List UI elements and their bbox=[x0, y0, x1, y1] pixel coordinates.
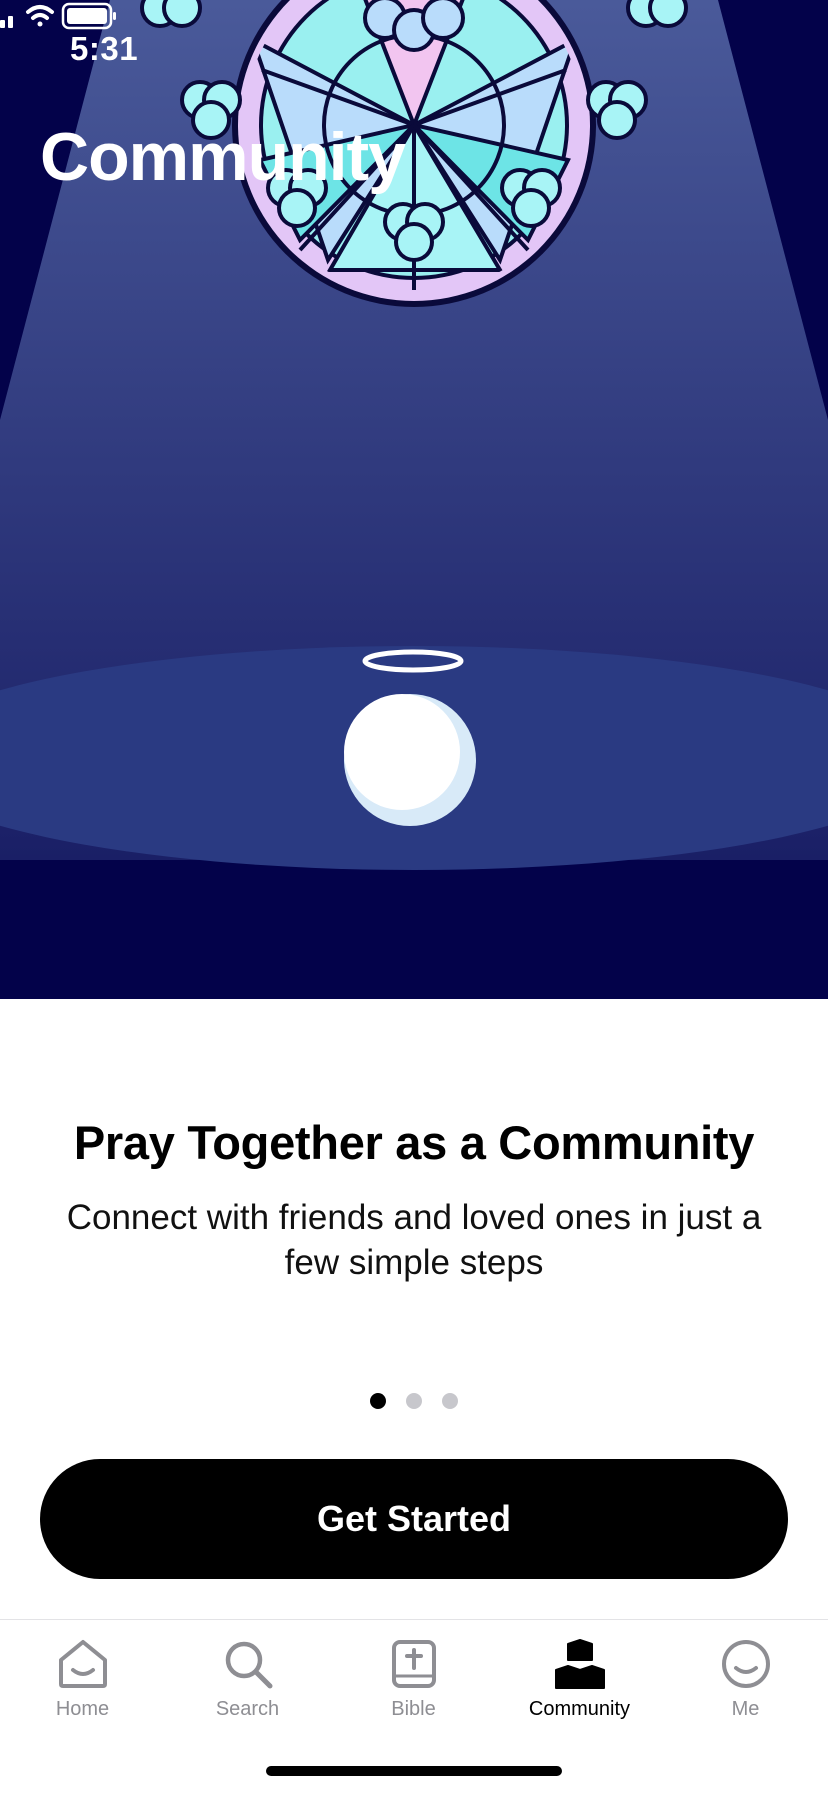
page-title: Community bbox=[40, 119, 406, 195]
battery-icon bbox=[61, 2, 116, 30]
onboarding-subline: Connect with friends and loved ones in j… bbox=[66, 1198, 762, 1282]
page-dot-2[interactable] bbox=[406, 1393, 422, 1409]
tab-bible-label: Bible bbox=[391, 1698, 436, 1720]
home-face-icon bbox=[58, 1640, 107, 1688]
tab-home[interactable]: Home bbox=[0, 1620, 165, 1730]
onboarding-headline: Pray Together as a Community bbox=[73, 1116, 755, 1169]
onboarding-panel: Pray Together as a Community Connect wit… bbox=[0, 999, 828, 1619]
tab-me-label: Me bbox=[731, 1698, 760, 1720]
profile-face-icon bbox=[721, 1640, 770, 1688]
page-dot-1[interactable] bbox=[370, 1393, 386, 1409]
tab-bible[interactable]: Bible bbox=[331, 1620, 496, 1730]
hero-illustration: 5:31 Community bbox=[0, 0, 828, 999]
tab-search-label: Search bbox=[215, 1698, 280, 1720]
community-icon bbox=[554, 1639, 605, 1689]
wifi-icon bbox=[26, 5, 54, 27]
bible-icon bbox=[391, 1640, 436, 1688]
search-icon bbox=[225, 1641, 272, 1689]
signal-icon bbox=[0, 16, 13, 28]
page-indicator[interactable] bbox=[0, 1393, 828, 1409]
status-time: 5:31 bbox=[70, 30, 139, 67]
tab-home-label: Home bbox=[55, 1698, 110, 1720]
tab-community[interactable]: Community bbox=[497, 1620, 662, 1730]
tab-me[interactable]: Me bbox=[663, 1620, 828, 1730]
tab-search[interactable]: Search bbox=[165, 1620, 330, 1730]
get-started-button[interactable]: Get Started bbox=[40, 1459, 788, 1579]
home-indicator[interactable] bbox=[266, 1766, 562, 1776]
tab-community-label: Community bbox=[528, 1698, 631, 1720]
page-dot-3[interactable] bbox=[442, 1393, 458, 1409]
status-icons bbox=[0, 2, 116, 30]
